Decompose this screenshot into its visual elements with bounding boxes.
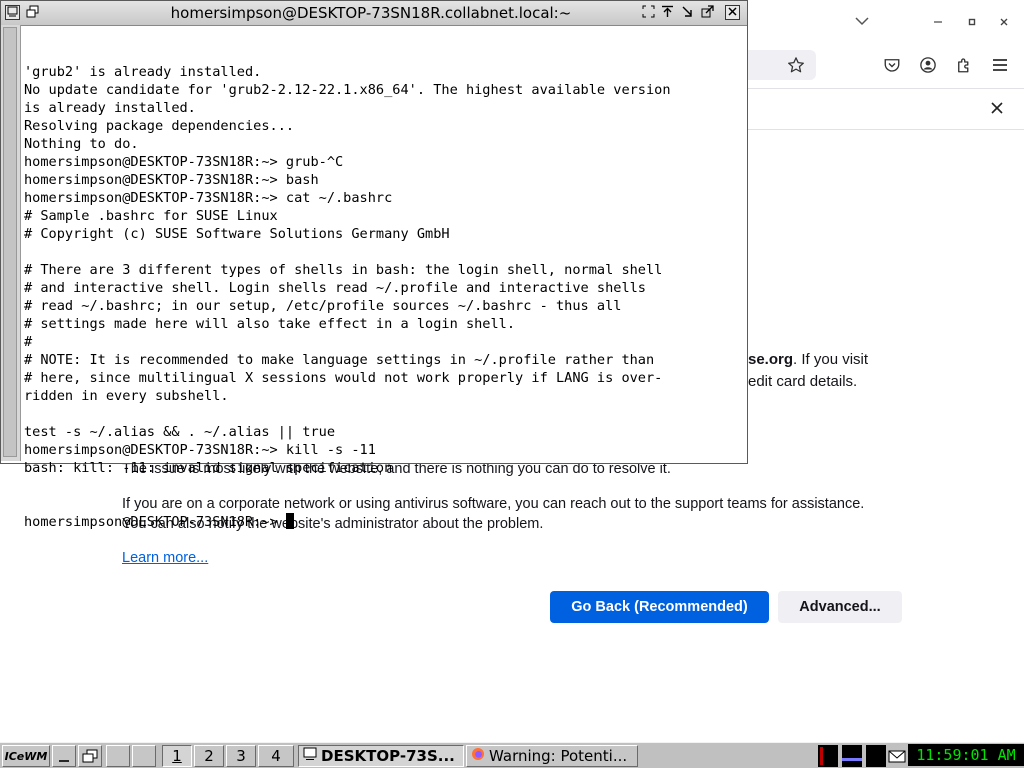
advanced-button[interactable]: Advanced... bbox=[778, 591, 902, 623]
terminal-line: # There are 3 different types of shells … bbox=[24, 262, 663, 278]
memory-monitor-icon bbox=[866, 745, 886, 767]
fullscreen-icon[interactable] bbox=[641, 5, 656, 20]
workspace-1-button[interactable]: 1 bbox=[162, 745, 192, 767]
workspace-2-button[interactable]: 2 bbox=[194, 745, 224, 767]
terminal-line: # settings made here will also take effe… bbox=[24, 316, 516, 332]
terminal-prompt-line[interactable]: homersimpson@DESKTOP-73SN18R:~> bbox=[24, 513, 744, 531]
close-notification-icon[interactable] bbox=[985, 96, 1009, 120]
terminal-prompt: homersimpson@DESKTOP-73SN18R:~> bbox=[24, 514, 286, 530]
terminal-line: # Sample .bashrc for SUSE Linux bbox=[24, 208, 278, 224]
terminal-line: # and interactive shell. Login shells re… bbox=[24, 280, 646, 296]
task-firefox[interactable]: Warning: Potenti... bbox=[466, 745, 638, 767]
close-window-icon[interactable] bbox=[994, 12, 1014, 32]
error-description-partial-2: edit card details. bbox=[748, 373, 858, 390]
terminal-line: # bbox=[24, 334, 33, 350]
terminal-line: 'grub2' is already installed. bbox=[24, 64, 262, 80]
clock[interactable]: 11:59:01 AM bbox=[908, 744, 1024, 766]
workspace-3-label: 3 bbox=[236, 747, 246, 765]
terminal-line: # here, since multilingual X sessions wo… bbox=[24, 370, 663, 386]
terminal-line: ridden in every subshell. bbox=[24, 388, 229, 404]
scrollbar-thumb[interactable] bbox=[3, 27, 17, 457]
firefox-icon bbox=[471, 747, 485, 765]
terminal-line: homersimpson@DESKTOP-73SN18R:~> cat ~/.b… bbox=[24, 190, 393, 206]
notification-bar bbox=[748, 88, 1024, 130]
start-menu-label: ICeWM bbox=[4, 749, 48, 763]
terminal-line: Resolving package dependencies... bbox=[24, 118, 295, 134]
restore-stack-icon[interactable] bbox=[25, 5, 40, 20]
terminal-line: No update candidate for 'grub2-2.12-22.1… bbox=[24, 82, 671, 98]
terminal-task-icon bbox=[303, 747, 317, 765]
terminal-line: test -s ~/.alias && . ~/.alias || true bbox=[24, 424, 335, 440]
workspace-2-label: 2 bbox=[204, 747, 214, 765]
error-description-partial: se.org. If you visit bbox=[748, 350, 868, 370]
list-all-tabs-icon[interactable] bbox=[850, 10, 874, 32]
terminal-line: # Copyright (c) SUSE Software Solutions … bbox=[24, 226, 450, 242]
terminal-line: homersimpson@DESKTOP-73SN18R:~> grub-^C bbox=[24, 154, 344, 170]
task-terminal[interactable]: DESKTOP-73S... bbox=[298, 745, 464, 767]
window-menu-icon[interactable] bbox=[5, 5, 20, 20]
terminal-line: is already installed. bbox=[24, 100, 196, 116]
quicklaunch-slot-1[interactable] bbox=[106, 745, 130, 767]
bookmark-star-icon[interactable] bbox=[784, 53, 808, 77]
window-list-button[interactable] bbox=[78, 745, 102, 767]
task-terminal-label: DESKTOP-73S... bbox=[321, 747, 455, 765]
taskbar: ICeWM 1 2 3 4 DESKTOP-73S... Warning: Po… bbox=[0, 742, 1024, 768]
text-cursor bbox=[285, 513, 294, 529]
start-menu-button[interactable]: ICeWM bbox=[2, 745, 50, 767]
mail-icon[interactable] bbox=[888, 747, 906, 765]
close-icon[interactable] bbox=[725, 5, 740, 20]
task-firefox-label: Warning: Potenti... bbox=[489, 747, 628, 765]
network-monitor-icon bbox=[842, 745, 862, 767]
terminal-titlebar[interactable]: homersimpson@DESKTOP-73SN18R.collabnet.l… bbox=[1, 1, 747, 26]
minimize-icon[interactable] bbox=[928, 12, 948, 32]
terminal-output[interactable]: 'grub2' is already installed. No update c… bbox=[24, 27, 744, 530]
workspace-4-button[interactable]: 4 bbox=[258, 745, 294, 767]
workspace-4-label: 4 bbox=[271, 747, 281, 765]
show-desktop-button[interactable] bbox=[52, 745, 76, 767]
quicklaunch-slot-2[interactable] bbox=[132, 745, 156, 767]
maximize-icon[interactable] bbox=[962, 12, 982, 32]
terminal-line: homersimpson@DESKTOP-73SN18R:~> kill -s … bbox=[24, 442, 376, 458]
raise-top-icon[interactable] bbox=[660, 5, 675, 20]
terminal-line: Nothing to do. bbox=[24, 136, 139, 152]
workspace-1-label: 1 bbox=[172, 747, 182, 765]
minimize-arrow-icon[interactable] bbox=[680, 5, 695, 20]
workspace-3-button[interactable]: 3 bbox=[226, 745, 256, 767]
maximize-arrow-icon[interactable] bbox=[700, 5, 715, 20]
pocket-icon[interactable] bbox=[880, 53, 904, 77]
extensions-icon[interactable] bbox=[952, 53, 976, 77]
cpu-monitor-icon bbox=[818, 745, 838, 767]
go-back-button[interactable]: Go Back (Recommended) bbox=[550, 591, 769, 623]
terminal-title: homersimpson@DESKTOP-73SN18R.collabnet.l… bbox=[170, 4, 572, 22]
account-icon[interactable] bbox=[916, 53, 940, 77]
error-description-rest: . If you visit bbox=[793, 351, 869, 368]
terminal-line: homersimpson@DESKTOP-73SN18R:~> bash bbox=[24, 172, 319, 188]
terminal-line: # read ~/.bashrc; in our setup, /etc/pro… bbox=[24, 298, 622, 314]
terminal-line: # NOTE: It is recommended to make langua… bbox=[24, 352, 655, 368]
app-menu-icon[interactable] bbox=[988, 53, 1012, 77]
error-site-name: se.org bbox=[748, 351, 794, 368]
terminal-window[interactable]: homersimpson@DESKTOP-73SN18R.collabnet.l… bbox=[0, 0, 748, 530]
terminal-line: bash: kill: -11: invalid signal specific… bbox=[24, 460, 393, 476]
terminal-scrollbar[interactable] bbox=[1, 25, 21, 461]
